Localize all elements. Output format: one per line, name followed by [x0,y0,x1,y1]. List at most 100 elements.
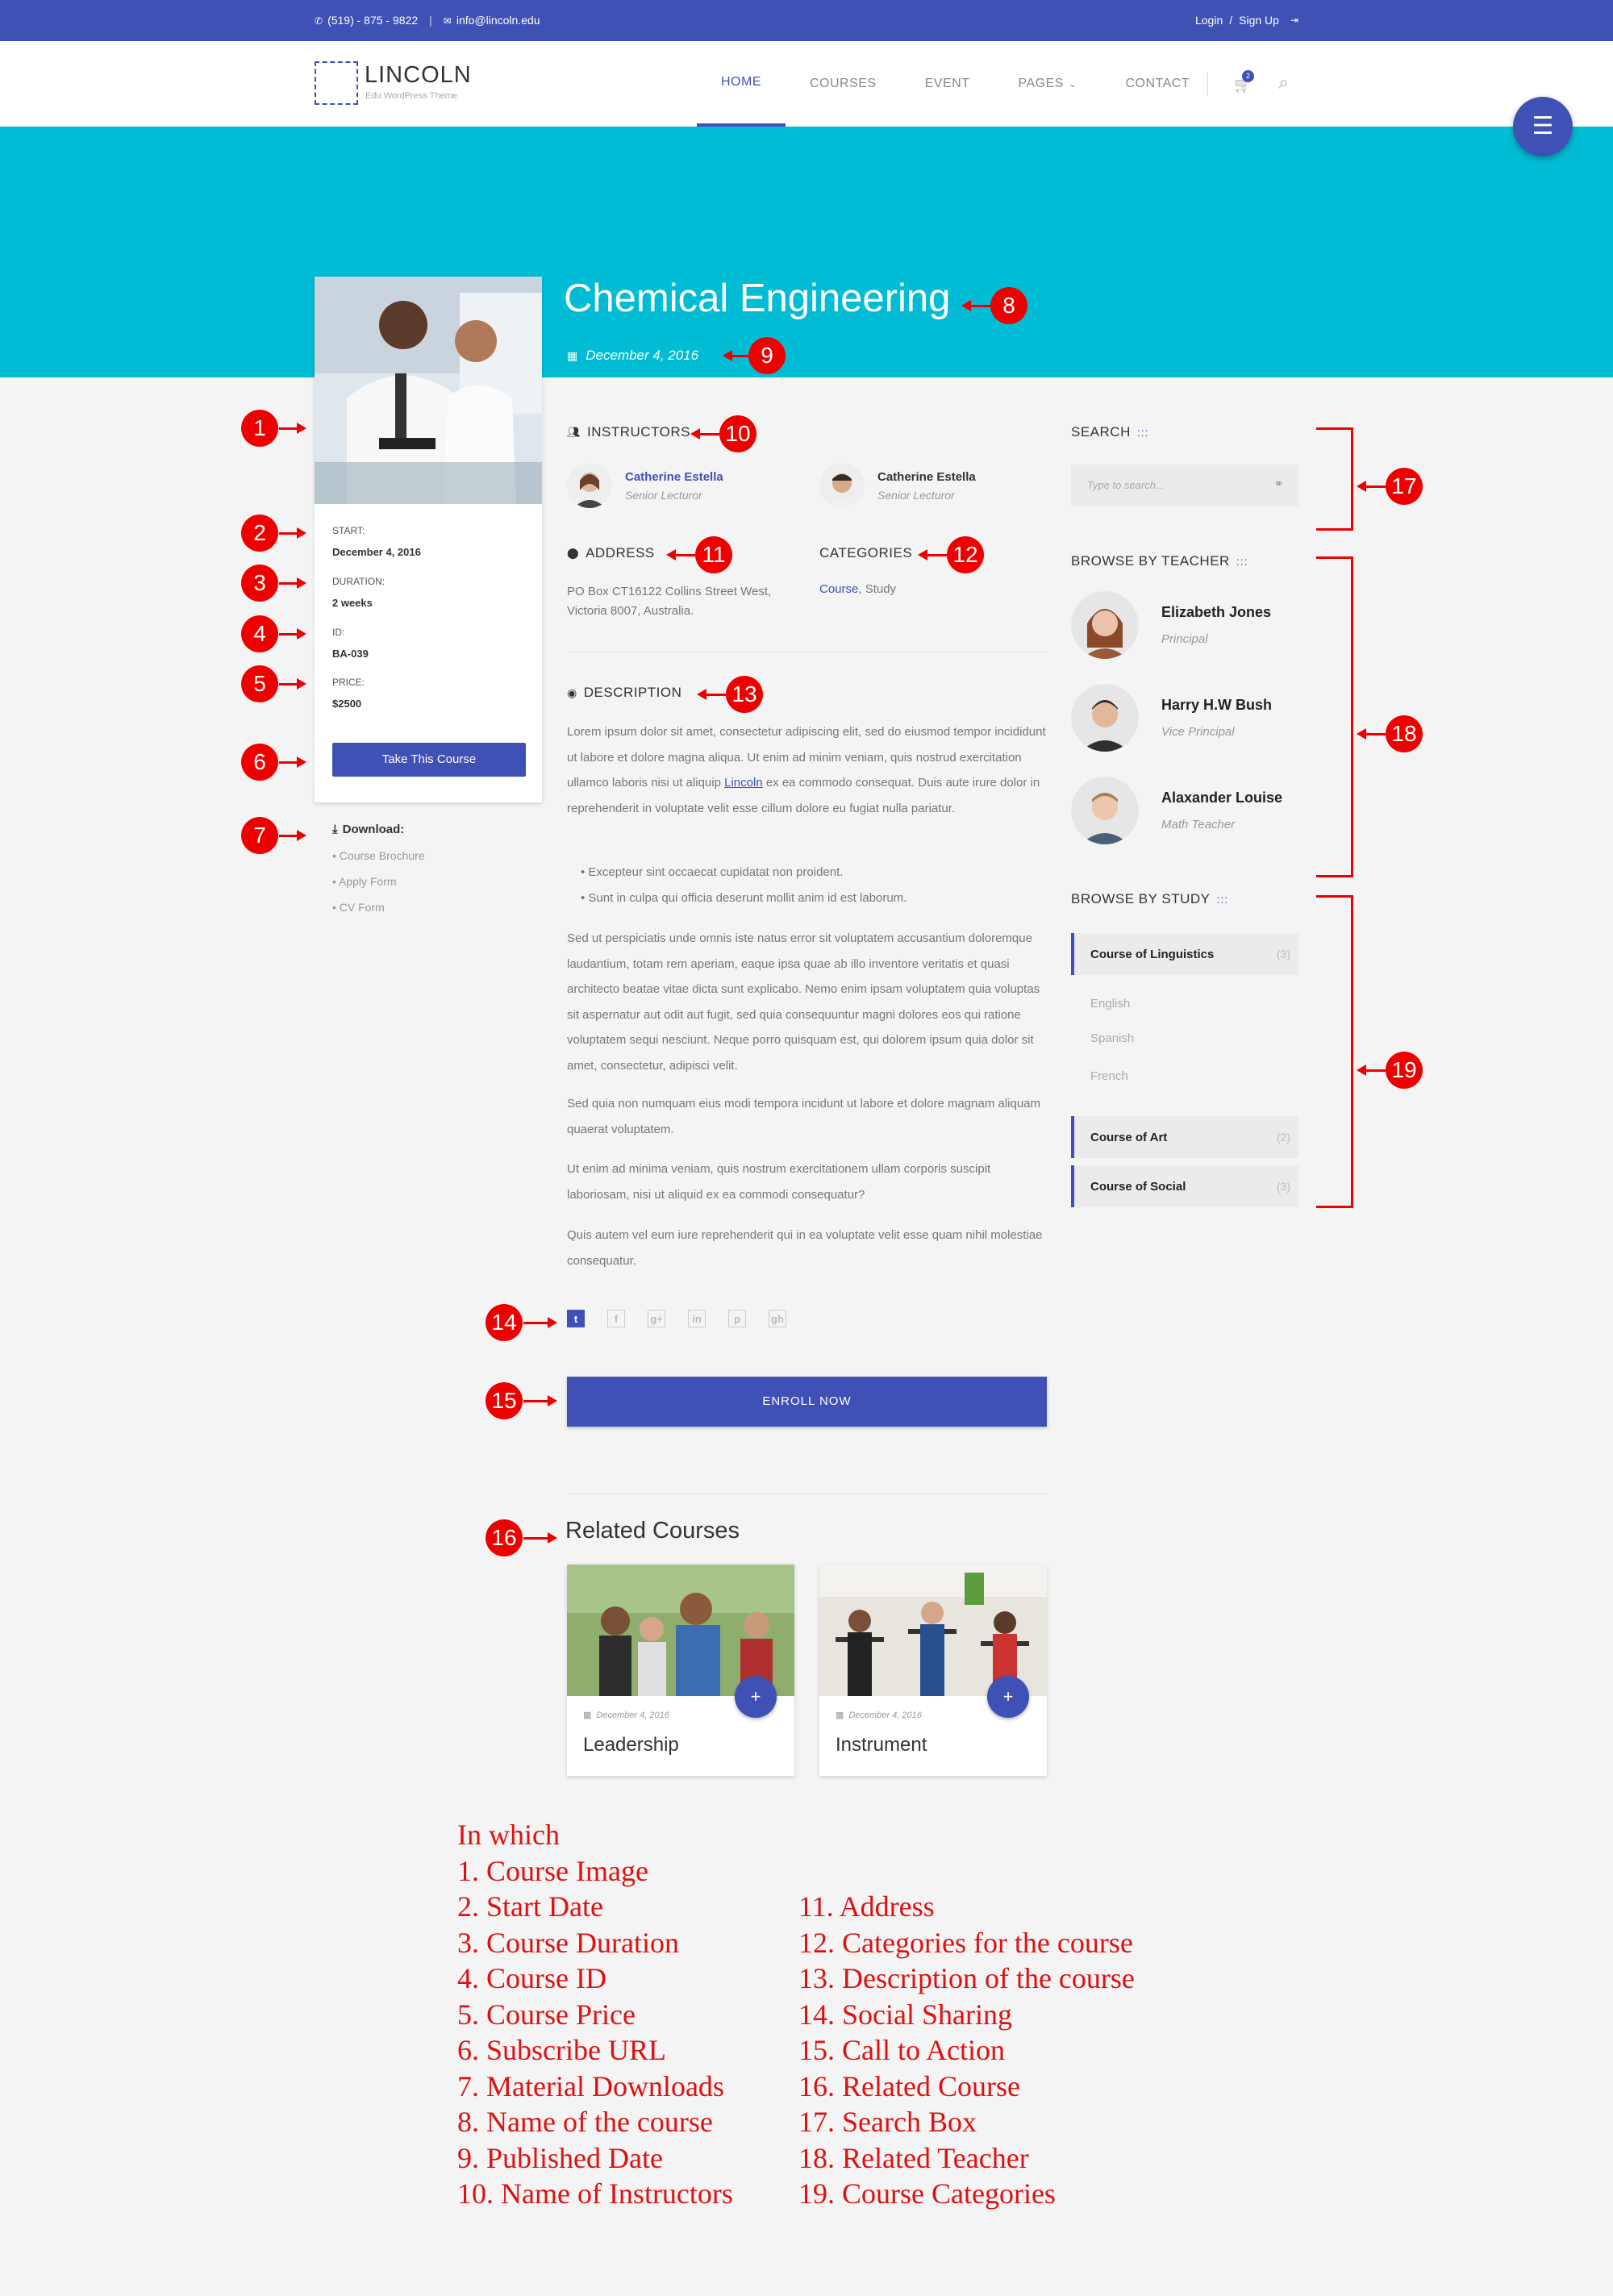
teacher-item[interactable]: Alaxander Louise Math Teacher [1071,777,1282,844]
study-item-art[interactable]: Course of Art (2) [1071,1116,1298,1158]
search-heading: SEARCH::: [1071,424,1149,440]
study-sub-spanish[interactable]: Spanish [1090,1031,1134,1045]
instructor-1[interactable]: Catherine Estella Senior Lecturor [567,463,723,508]
sidebar-search-input[interactable]: Type to search... ⚭ [1071,465,1298,506]
download-course-brochure[interactable]: • Course Brochure [332,849,425,862]
enroll-now-button[interactable]: ENROLL NOW [567,1377,1047,1427]
nav-contact[interactable]: CONTACT [1101,41,1214,127]
duration-label: DURATION: [332,576,386,587]
instructor-2-avatar [819,463,865,508]
teacher-item[interactable]: Elizabeth Jones Principal [1071,591,1271,659]
legend-item: 4. Course ID [457,1962,606,1994]
legend-left: In which 1. Course Image 2. Start Date 3… [457,1817,733,2212]
marker-1: 1 [241,410,278,447]
site-header: LINCOLN Edu WordPress Theme HOME COURSES… [0,41,1613,127]
bracket [1316,427,1353,531]
arrow [666,549,695,560]
description-paragraph-5: Quis autem vel eum iure reprehenderit qu… [567,1228,1043,1268]
study-count: (3) [1276,1180,1290,1193]
google-plus-icon[interactable]: g+ [648,1310,665,1327]
category-course-link[interactable]: Course [819,582,858,596]
study-item-linguistics[interactable]: Course of Linguistics (3) [1071,933,1298,975]
search-icon[interactable]: ⌕ [1278,72,1289,94]
add-course-button[interactable]: + [987,1676,1029,1718]
topbar-separator: | [429,14,432,27]
nav-courses[interactable]: COURSES [786,41,901,127]
related-courses-title: Related Courses [565,1518,740,1544]
arrow [918,549,947,560]
arrow [279,756,306,768]
arrow [523,1532,557,1544]
start-date-label: START: [332,525,365,536]
logo-icon[interactable] [315,61,358,105]
legend-item: 14. Social Sharing [798,1998,1012,2031]
teacher-role: Math Teacher [1161,818,1236,831]
instructor-2[interactable]: Catherine Estella Senior Lecturor [819,463,976,508]
teacher-item[interactable]: Harry H.W Bush Vice Principal [1071,684,1272,752]
legend-item: 9. Published Date [457,2141,663,2174]
related-course-card[interactable]: + ▦ December 4, 2016 Leadership [567,1565,794,1776]
take-course-button[interactable]: Take This Course [332,743,526,777]
teacher-role: Vice Principal [1161,725,1235,739]
marker-9: 9 [748,337,786,374]
logo-tagline: Edu WordPress Theme [365,91,457,101]
nav-event[interactable]: EVENT [901,41,994,127]
study-sub-english[interactable]: English [1090,997,1130,1010]
study-sub-french[interactable]: French [1090,1069,1128,1083]
marker-8: 8 [990,287,1027,324]
search-heading-text: SEARCH [1071,424,1131,440]
phone-number[interactable]: (519) - 875 - 9822 [327,14,418,27]
marker-18: 18 [1386,715,1423,752]
signin-icon[interactable]: ⇥ [1290,15,1298,26]
instructor-2-name[interactable]: Catherine Estella [877,470,976,484]
users-icon: 👥︎ [567,426,581,438]
lincoln-link[interactable]: Lincoln [724,776,763,790]
arrow [697,689,726,700]
twitter-icon[interactable]: t [567,1310,585,1327]
teacher-name[interactable]: Elizabeth Jones [1161,604,1271,621]
teacher-name[interactable]: Alaxander Louise [1161,790,1282,806]
marker-14: 14 [486,1304,523,1341]
category-study-link[interactable]: , Study [858,582,896,596]
related-course-date-text: December 4, 2016 [596,1711,669,1720]
browse-study-heading: BROWSE BY STUDY::: [1071,891,1228,907]
email-link[interactable]: info@lincoln.edu [456,14,540,27]
github-icon[interactable]: gh [769,1310,786,1327]
signup-link[interactable]: Sign Up [1239,14,1279,27]
study-item-social[interactable]: Course of Social (3) [1071,1165,1298,1207]
legend-item: 1. Course Image [457,1854,648,1887]
arrow [723,350,748,361]
instructor-1-name[interactable]: Catherine Estella [625,470,723,484]
calendar-icon: ▦ [567,349,578,362]
course-info-card: START: December 4, 2016 DURATION: 2 week… [315,277,542,802]
teacher-avatar [1071,591,1139,659]
marker-2: 2 [241,515,278,552]
instructors-heading-text: INSTRUCTORS [587,424,690,440]
pinterest-icon[interactable]: p [728,1310,746,1327]
address-line-2: Victoria 8007, Australia. [567,604,694,618]
map-pin-icon: ⬤ [567,547,580,559]
link-icon[interactable]: ⚭ [1273,477,1284,491]
linkedin-icon[interactable]: in [688,1310,706,1327]
arrow [279,628,306,640]
legend-item: 11. Address [798,1890,935,1923]
legend-right: 11. Address 12. Categories for the cours… [798,1889,1135,2212]
related-course-name[interactable]: Leadership [583,1734,679,1756]
download-cv-form[interactable]: • CV Form [332,901,425,914]
teacher-name[interactable]: Harry H.W Bush [1161,697,1272,714]
duration-block: DURATION: 2 weeks [332,576,385,609]
menu-fab-button[interactable]: ☰ [1513,97,1573,156]
download-apply-form[interactable]: • Apply Form [332,875,425,888]
social-share: t f g+ in p gh [567,1310,786,1327]
facebook-icon[interactable]: f [607,1310,625,1327]
marker-10: 10 [719,415,756,452]
logo-name[interactable]: LINCOLN [365,62,472,89]
related-course-name[interactable]: Instrument [836,1734,927,1756]
nav-pages[interactable]: PAGES ⌄ [994,41,1101,127]
add-course-button[interactable]: + [735,1676,777,1718]
nav-home[interactable]: HOME [697,41,786,127]
login-link[interactable]: Login [1195,14,1223,27]
price-label: PRICE: [332,677,365,688]
course-id-label: ID: [332,627,345,638]
related-course-card[interactable]: + ▦ December 4, 2016 Instrument [819,1565,1047,1776]
